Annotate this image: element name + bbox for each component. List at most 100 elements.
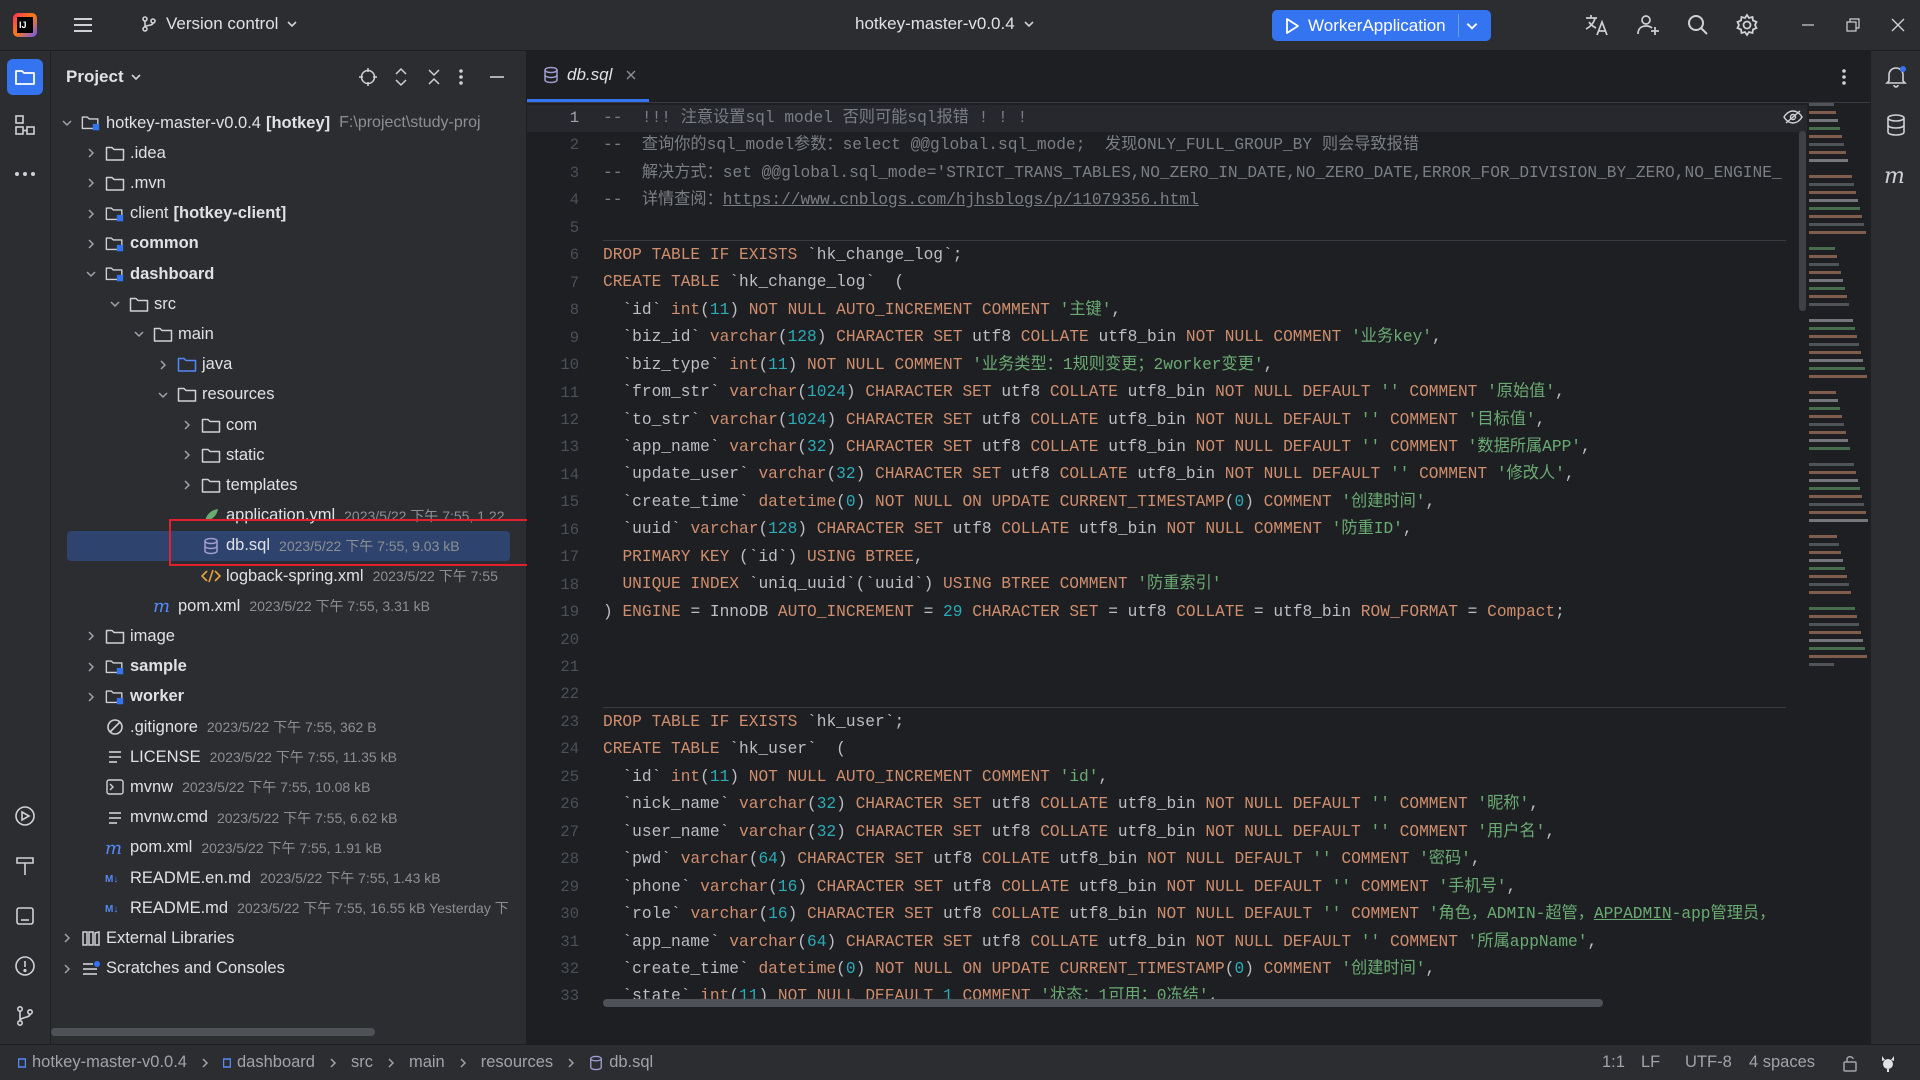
- line-number: 21: [560, 658, 579, 676]
- vertical-scrollbar[interactable]: [1799, 131, 1806, 311]
- tree-row[interactable]: com: [51, 410, 526, 440]
- build-hammer-icon[interactable]: [10, 851, 40, 881]
- chevron-right-icon[interactable]: [59, 930, 75, 946]
- code-minimap[interactable]: [1807, 103, 1870, 833]
- chevron-down-icon[interactable]: [155, 387, 171, 403]
- project-tool-folder-icon[interactable]: [7, 59, 43, 95]
- notifications-bell-icon[interactable]: [1881, 61, 1911, 91]
- folder-icon: [105, 627, 125, 645]
- version-control-menu[interactable]: Version control: [140, 14, 298, 34]
- breadcrumb-item[interactable]: hotkey-master-v0.0.4: [18, 1053, 187, 1072]
- chevron-right-icon[interactable]: [83, 659, 99, 675]
- main-menu-icon[interactable]: [72, 14, 94, 36]
- tree-row[interactable]: image: [51, 621, 526, 651]
- tree-row[interactable]: sample: [51, 652, 526, 682]
- tree-row[interactable]: templates: [51, 470, 526, 500]
- git-branch-icon[interactable]: [10, 1001, 40, 1031]
- chevron-down-icon[interactable]: [107, 296, 123, 312]
- line-separator[interactable]: LF: [1641, 1045, 1660, 1080]
- chevron-right-icon[interactable]: [155, 357, 171, 373]
- close-tab-icon[interactable]: [626, 70, 636, 80]
- tree-row[interactable]: m pom.xml 2023/5/22 下午 7:55, 3.31 kB: [51, 591, 526, 621]
- tree-row[interactable]: dashboard: [51, 259, 526, 289]
- chevron-right-icon[interactable]: [83, 689, 99, 705]
- minimap-line: [1809, 511, 1866, 514]
- tree-row[interactable]: src: [51, 289, 526, 319]
- project-switcher[interactable]: hotkey-master-v0.0.4: [855, 14, 1035, 34]
- more-tools-icon[interactable]: [10, 159, 40, 189]
- breadcrumb-item[interactable]: resources: [481, 1053, 553, 1072]
- chevron-down-icon[interactable]: [1465, 19, 1479, 33]
- horizontal-scrollbar[interactable]: [51, 1028, 375, 1036]
- file-encoding[interactable]: UTF-8: [1685, 1045, 1732, 1080]
- chevron-down-icon[interactable]: [59, 115, 75, 131]
- structure-icon[interactable]: [10, 110, 40, 140]
- collapse-all-icon[interactable]: [425, 67, 443, 87]
- expand-all-icon[interactable]: [392, 67, 410, 87]
- tree-row[interactable]: static: [51, 440, 526, 470]
- breadcrumb-item[interactable]: db.sql: [589, 1053, 653, 1072]
- caret-position[interactable]: 1:1: [1602, 1045, 1625, 1080]
- tree-row[interactable]: External Libraries: [51, 923, 526, 953]
- breadcrumb-item[interactable]: main: [409, 1053, 445, 1072]
- tree-item-label: resources: [202, 385, 275, 404]
- tree-row[interactable]: main: [51, 319, 526, 349]
- tree-row[interactable]: worker: [51, 682, 526, 712]
- search-icon[interactable]: [1686, 13, 1710, 37]
- tree-row[interactable]: Scratches and Consoles: [51, 954, 526, 984]
- tree-row[interactable]: mvnw 2023/5/22 下午 7:55, 10.08 kB: [51, 772, 526, 802]
- lock-icon[interactable]: [1842, 1045, 1858, 1080]
- tab-db-sql[interactable]: db.sql: [527, 51, 649, 102]
- tree-row[interactable]: LICENSE 2023/5/22 下午 7:55, 11.35 kB: [51, 742, 526, 772]
- run-services-icon[interactable]: [10, 801, 40, 831]
- minimize-window-icon[interactable]: [1800, 17, 1816, 33]
- breadcrumb-item[interactable]: src: [351, 1053, 373, 1072]
- add-user-icon[interactable]: [1636, 13, 1660, 37]
- run-configuration-button[interactable]: WorkerApplication: [1272, 10, 1491, 41]
- line-number: 22: [560, 685, 579, 704]
- indent-setting[interactable]: 4 spaces: [1749, 1045, 1815, 1080]
- editor-horizontal-scrollbar[interactable]: [603, 999, 1603, 1007]
- tree-row[interactable]: hotkey-master-v0.0.4 [hotkey] F:\project\s…: [51, 108, 526, 138]
- chevron-right-icon[interactable]: [179, 477, 195, 493]
- restore-window-icon[interactable]: [1845, 17, 1861, 33]
- settings-gear-icon[interactable]: [1735, 13, 1759, 37]
- close-window-icon[interactable]: [1890, 17, 1906, 33]
- tree-row[interactable]: M↓ README.md 2023/5/22 下午 7:55, 16.55 kB Y…: [51, 893, 526, 923]
- chevron-right-icon[interactable]: [83, 145, 99, 161]
- breadcrumb-item[interactable]: dashboard: [222, 1053, 315, 1072]
- chevron-right-icon[interactable]: [83, 628, 99, 644]
- translate-icon[interactable]: [1584, 13, 1610, 37]
- minimap-line: [1809, 263, 1839, 266]
- tree-row[interactable]: mvnw.cmd 2023/5/22 下午 7:55, 6.62 kB: [51, 803, 526, 833]
- chevron-right-icon[interactable]: [83, 175, 99, 191]
- tree-row[interactable]: M↓ README.en.md 2023/5/22 下午 7:55, 1.43 kB: [51, 863, 526, 893]
- hide-panel-icon[interactable]: [488, 67, 506, 87]
- project-view-selector[interactable]: Project: [66, 67, 142, 87]
- chevron-down-icon[interactable]: [131, 326, 147, 342]
- tree-row[interactable]: java: [51, 350, 526, 380]
- tree-row[interactable]: client [hotkey-client]: [51, 199, 526, 229]
- tree-row[interactable]: m pom.xml 2023/5/22 下午 7:55, 1.91 kB: [51, 833, 526, 863]
- plugin-cat-icon[interactable]: [1878, 1045, 1898, 1080]
- database-icon[interactable]: [1881, 110, 1911, 140]
- reader-mode-eye-icon[interactable]: [1783, 109, 1803, 125]
- chevron-right-icon[interactable]: [179, 417, 195, 433]
- problems-icon[interactable]: [10, 951, 40, 981]
- chevron-down-icon[interactable]: [83, 266, 99, 282]
- tree-item-label: image: [130, 626, 175, 645]
- tree-row[interactable]: resources: [51, 380, 526, 410]
- chevron-right-icon[interactable]: [83, 236, 99, 252]
- terminal-icon[interactable]: [10, 901, 40, 931]
- chevron-right-icon[interactable]: [59, 961, 75, 977]
- tree-row[interactable]: .idea: [51, 138, 526, 168]
- locate-target-icon[interactable]: [358, 67, 378, 87]
- editor-options-kebab-icon[interactable]: [1841, 67, 1847, 87]
- tree-row[interactable]: common: [51, 229, 526, 259]
- options-kebab-icon[interactable]: [458, 67, 464, 87]
- maven-icon[interactable]: m: [1881, 161, 1911, 191]
- chevron-right-icon[interactable]: [83, 206, 99, 222]
- tree-row[interactable]: .mvn: [51, 168, 526, 198]
- tree-row[interactable]: .gitignore 2023/5/22 下午 7:55, 362 B: [51, 712, 526, 742]
- chevron-right-icon[interactable]: [179, 447, 195, 463]
